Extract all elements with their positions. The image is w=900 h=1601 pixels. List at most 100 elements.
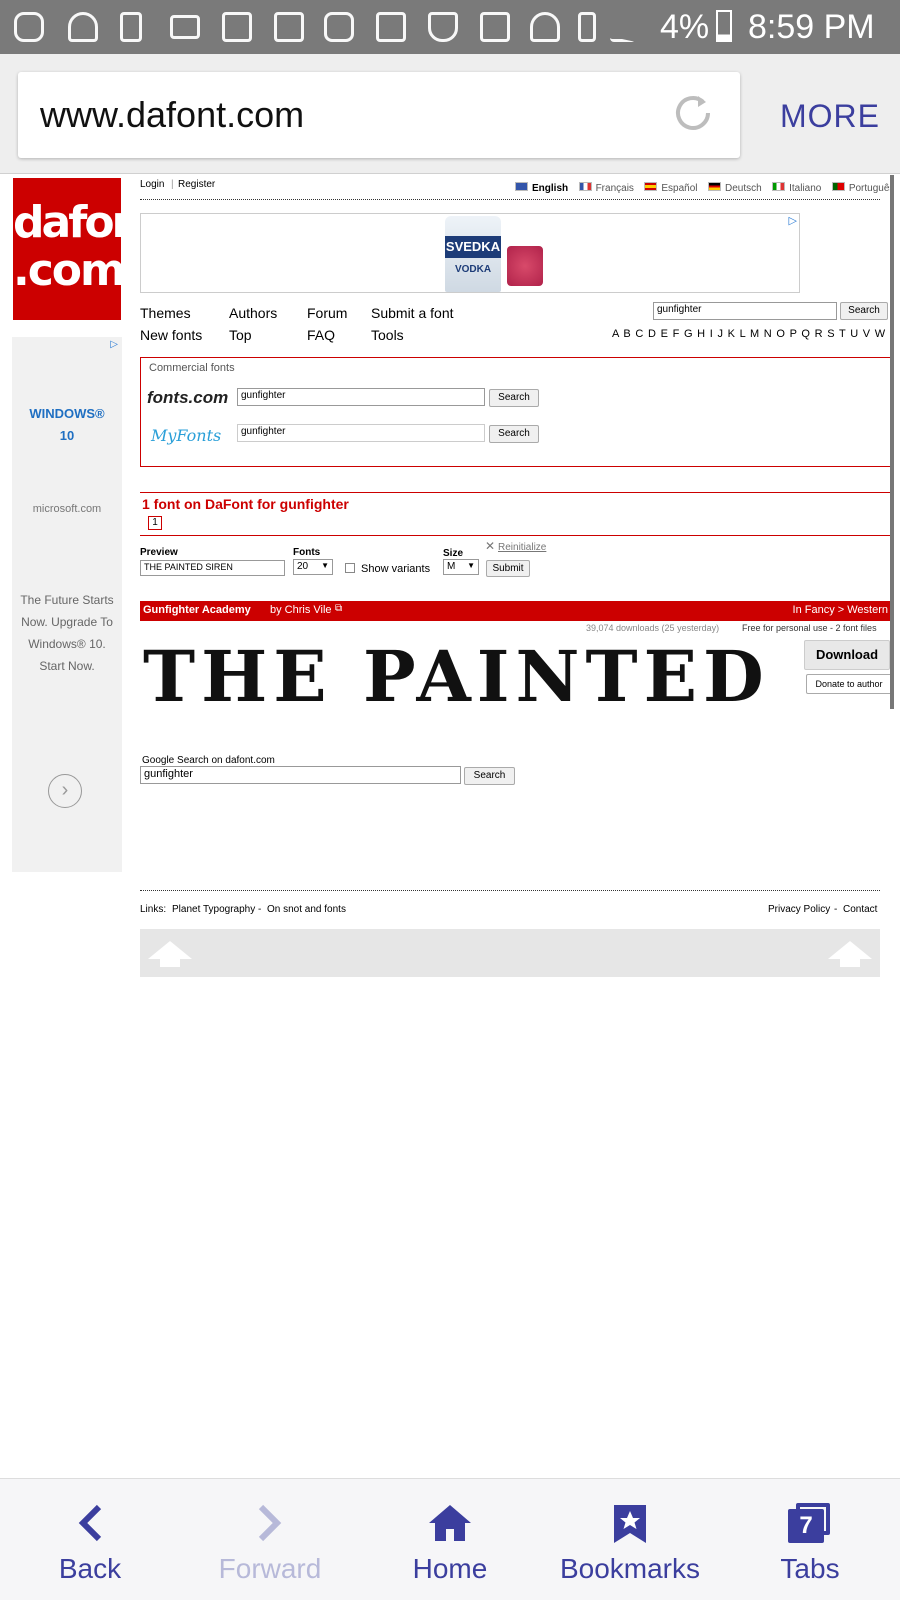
lang-francais[interactable]: Français (596, 183, 634, 194)
arrow-up-icon[interactable] (826, 939, 874, 969)
nav-tools[interactable]: Tools (371, 327, 404, 343)
fontscom-logo[interactable]: fonts.com (147, 388, 228, 408)
lte-icon (578, 12, 596, 42)
nav-submit-font[interactable]: Submit a font (371, 305, 454, 321)
preview-text-input[interactable]: THE PAINTED SIREN (140, 560, 285, 576)
fonts-label: Fonts (293, 547, 321, 558)
nav-new-fonts[interactable]: New fonts (140, 327, 202, 343)
nfc-icon (480, 12, 510, 42)
font-preview-image[interactable]: THE PAINTED S (143, 635, 791, 718)
adchoices-icon[interactable]: ▷ (789, 214, 797, 227)
separator: - (834, 904, 838, 915)
flag-de-icon (707, 182, 721, 192)
bookmarks-label: Bookmarks (559, 1553, 701, 1584)
download-button[interactable]: Download (804, 640, 890, 670)
ad-text: The Future Starts Now. Upgrade To Window… (20, 593, 114, 673)
signal-icon (610, 12, 636, 42)
url-field[interactable]: www.dafont.com (18, 72, 740, 158)
side-advertisement[interactable]: ▷ WINDOWS® 10 microsoft.com The Future S… (12, 337, 122, 872)
url-text[interactable]: www.dafont.com (40, 94, 304, 136)
message-icon (14, 12, 44, 42)
money-icon (274, 12, 304, 42)
google-search-input[interactable]: gunfighter (140, 766, 461, 784)
site-search-input[interactable]: gunfighter (653, 302, 837, 320)
reinitialize-link[interactable]: Reinitialize (498, 542, 546, 553)
calendar-icon (376, 12, 406, 42)
contact-link[interactable]: Contact (843, 904, 877, 915)
font-author-link[interactable]: by Chris Vile (270, 604, 332, 616)
back-label: Back (58, 1553, 122, 1584)
battery-icon (716, 10, 732, 42)
external-link-icon[interactable]: ⧉ (335, 603, 342, 614)
reload-icon[interactable] (670, 90, 716, 136)
font-entry-header: Gunfighter Academy by Chris Vile ⧉ In Fa… (140, 601, 892, 621)
register-link[interactable]: Register (178, 179, 215, 190)
google-search-button[interactable]: Search (464, 767, 515, 785)
flag-fr-icon (578, 182, 592, 192)
fonts-select[interactable]: 20 ▼ (293, 559, 333, 575)
login-link[interactable]: Login (140, 179, 164, 190)
ad-arrow-icon[interactable]: › (48, 774, 82, 808)
home-button[interactable]: Home (390, 1479, 510, 1601)
back-button[interactable]: Back (30, 1479, 150, 1601)
lang-italiano[interactable]: Italiano (789, 183, 821, 194)
banner-product: VODKA (454, 264, 492, 275)
flag-es-icon (644, 182, 658, 192)
footer-link-planet-typography[interactable]: Planet Typography (172, 904, 255, 915)
site-search-button[interactable]: Search (840, 302, 888, 320)
lang-english[interactable]: English (532, 183, 568, 194)
size-select[interactable]: M ▼ (443, 559, 479, 575)
forward-button[interactable]: Forward (195, 1479, 345, 1601)
fontscom-search-button[interactable]: Search (489, 389, 539, 407)
arrow-up-icon[interactable] (146, 939, 194, 969)
separator: | (171, 179, 174, 190)
chevron-down-icon: ▼ (467, 561, 475, 570)
size-select-value: M (447, 561, 456, 572)
separator: - (258, 904, 262, 915)
tabs-button[interactable]: 7 Tabs (750, 1479, 870, 1601)
google-search-label: Google Search on dafont.com (142, 755, 275, 766)
tab-count: 7 (788, 1509, 824, 1543)
myfonts-search-input[interactable]: gunfighter (237, 424, 485, 442)
instagram-icon (324, 12, 354, 42)
banner-brand: SVEDKA (445, 236, 501, 258)
show-variants-checkbox[interactable] (345, 563, 355, 573)
nav-authors[interactable]: Authors (229, 305, 277, 321)
font-name-link[interactable]: Gunfighter Academy (143, 604, 251, 616)
myfonts-logo[interactable]: MyFonts (151, 426, 221, 445)
ad-domain: microsoft.com (32, 503, 102, 515)
scrollbar[interactable] (890, 175, 894, 709)
preview-label: Preview (140, 547, 178, 558)
page-number[interactable]: 1 (148, 516, 162, 530)
submit-button[interactable]: Submit (486, 560, 530, 577)
lang-espanol[interactable]: Español (661, 183, 697, 194)
vodka-bottle-image: SVEDKA VODKA (445, 216, 501, 292)
nav-forum[interactable]: Forum (307, 305, 347, 321)
nav-themes[interactable]: Themes (140, 305, 191, 321)
result-title: 1 font on DaFont for gunfighter (142, 496, 349, 512)
alphabet-index[interactable]: A B C D E F G H I J K L M N O P Q R S T … (612, 328, 892, 340)
wifi-icon (530, 12, 560, 42)
status-bar: 4% 8:59 PM (0, 0, 900, 54)
privacy-policy-link[interactable]: Privacy Policy (768, 904, 830, 915)
banner-advertisement[interactable]: ▷ SVEDKA VODKA (140, 213, 800, 293)
dafont-logo[interactable]: dafont .com (13, 178, 161, 320)
nav-faq[interactable]: FAQ (307, 327, 335, 343)
myfonts-search-button[interactable]: Search (489, 425, 539, 443)
flag-pt-icon (831, 182, 845, 192)
lang-portugues[interactable]: Português (849, 183, 895, 194)
logo-text-line1: dafont (13, 197, 161, 248)
fontscom-search-input[interactable]: gunfighter (237, 388, 485, 406)
adchoices-icon[interactable]: ▷ (110, 339, 118, 350)
bookmarks-button[interactable]: Bookmarks (545, 1479, 715, 1601)
nav-top[interactable]: Top (229, 327, 252, 343)
footer-link-on-snot[interactable]: On snot and fonts (267, 904, 346, 915)
berry-drink-image (507, 246, 543, 286)
donate-button[interactable]: Donate to author (806, 674, 892, 694)
close-icon[interactable]: ✕ (485, 539, 495, 553)
more-button[interactable]: MORE (780, 98, 880, 135)
lang-deutsch[interactable]: Deutsch (725, 183, 762, 194)
home-icon (429, 1505, 471, 1541)
font-category[interactable]: In Fancy > Western (793, 604, 888, 616)
size-label: Size (443, 548, 464, 559)
